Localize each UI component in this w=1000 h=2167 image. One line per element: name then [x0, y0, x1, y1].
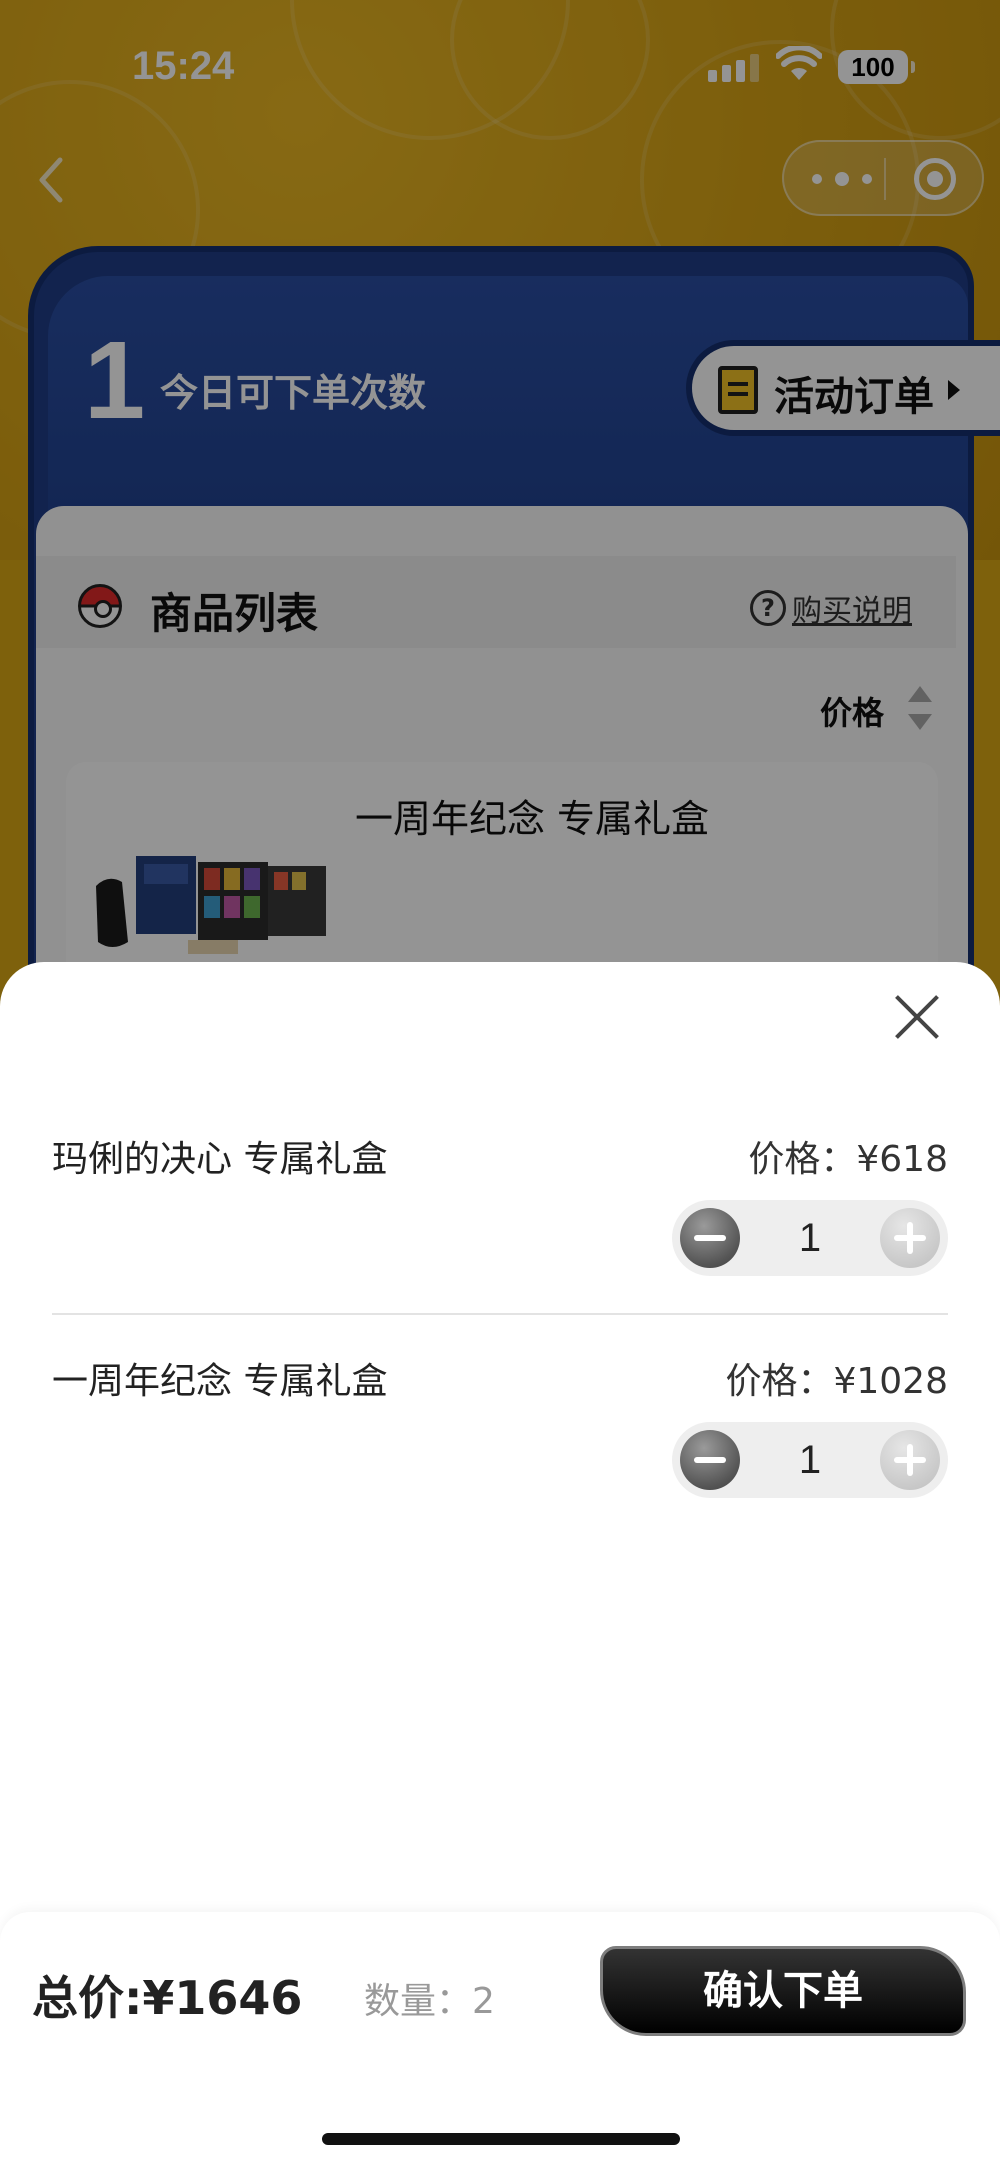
plus-icon[interactable]	[880, 1208, 940, 1268]
item-count: 数量：2	[364, 1981, 495, 2022]
minus-icon[interactable]	[680, 1430, 740, 1490]
plus-icon[interactable]	[880, 1430, 940, 1490]
cart-item: 一周年纪念 专属礼盒 价格：¥1028 1	[52, 1352, 948, 1552]
checkout-footer: 总价:¥1646 数量：2 确认下单	[0, 1912, 1000, 2167]
cart-item-name: 玛俐的决心 专属礼盒	[52, 1139, 388, 1180]
minus-icon[interactable]	[680, 1208, 740, 1268]
quantity-stepper: 1	[672, 1422, 948, 1498]
quantity-value[interactable]: 1	[748, 1422, 872, 1498]
cart-item-name: 一周年纪念 专属礼盒	[52, 1361, 388, 1402]
close-icon[interactable]	[894, 994, 940, 1040]
confirm-order-button[interactable]: 确认下单	[600, 1946, 966, 2036]
cart-item-price: 价格：¥618	[748, 1139, 948, 1180]
item-divider	[52, 1313, 948, 1315]
cart-item-price: 价格：¥1028	[725, 1361, 948, 1402]
quantity-value[interactable]: 1	[748, 1200, 872, 1276]
cart-item: 玛俐的决心 专属礼盒 价格：¥618 1	[52, 1130, 948, 1330]
total-price: 总价:¥1646	[32, 1971, 303, 2025]
home-indicator	[322, 2133, 680, 2145]
quantity-stepper: 1	[672, 1200, 948, 1276]
